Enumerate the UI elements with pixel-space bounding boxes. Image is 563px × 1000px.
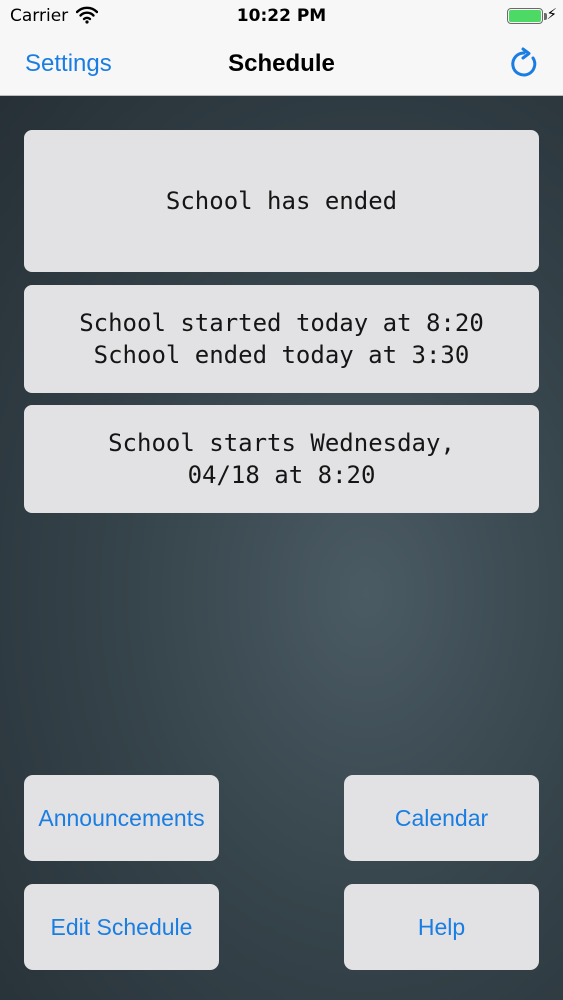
today-end-text: School ended today at 3:30 xyxy=(93,341,470,369)
next-date-text: 04/18 at 8:20 xyxy=(187,461,376,489)
status-bar: Carrier 10:22 PM ⚡ xyxy=(0,0,563,32)
status-time: 10:22 PM xyxy=(236,6,327,26)
next-day-text: School starts Wednesday, xyxy=(108,429,455,457)
bolt-icon: ⚡ xyxy=(546,5,557,23)
edit-schedule-button[interactable]: Edit Schedule xyxy=(24,884,219,970)
today-start-text: School started today at 8:20 xyxy=(79,309,484,337)
settings-button[interactable]: Settings xyxy=(25,50,112,78)
schedule-content: School has ended School started today at… xyxy=(0,96,563,1000)
battery-icon xyxy=(507,8,543,24)
status-card: School has ended xyxy=(24,130,539,272)
status-text: School has ended xyxy=(165,187,398,215)
calendar-button[interactable]: Calendar xyxy=(344,775,539,861)
navigation-bar: Settings Schedule xyxy=(0,32,563,96)
next-day-card: School starts Wednesday, 04/18 at 8:20 xyxy=(24,405,539,513)
today-card: School started today at 8:20 School ende… xyxy=(24,285,539,393)
announcements-button[interactable]: Announcements xyxy=(24,775,219,861)
help-button[interactable]: Help xyxy=(344,884,539,970)
refresh-icon[interactable] xyxy=(506,46,542,82)
